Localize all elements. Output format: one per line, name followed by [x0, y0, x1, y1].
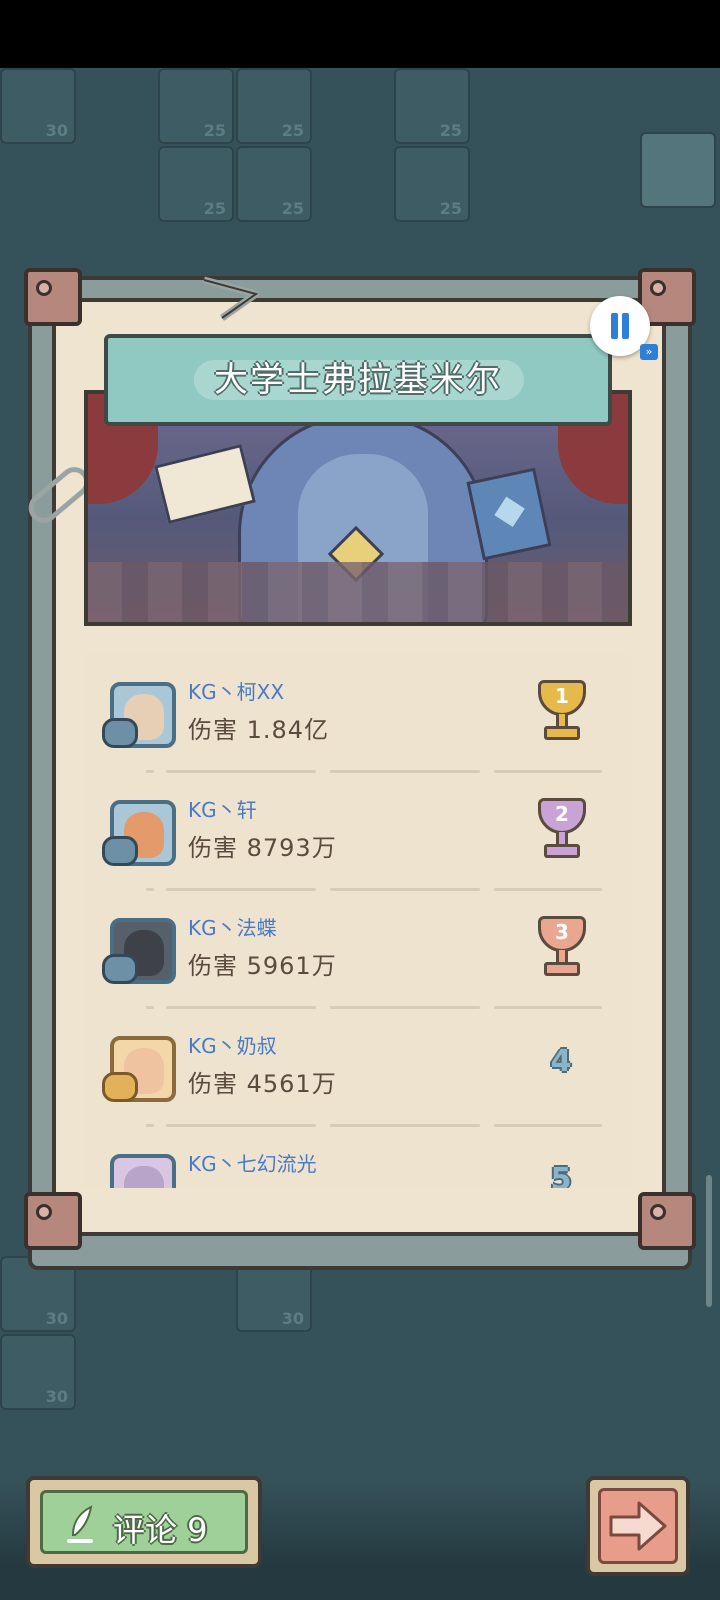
eye-badge-icon — [102, 954, 138, 984]
ranking-row[interactable]: KG丶法蝶 伤害 5961万 3 — [82, 890, 632, 1009]
board-tile: 25 — [158, 146, 234, 222]
eye-badge-icon — [102, 718, 138, 748]
coin-badge-icon — [102, 1072, 138, 1102]
damage-value: 伤害 8793万 — [188, 834, 337, 862]
status-bar — [0, 0, 720, 68]
boss-name: 大学士弗拉基米尔 — [214, 360, 502, 400]
boss-title-banner: 大学士弗拉基米尔 — [104, 334, 612, 426]
damage-value: 伤害 1.84亿 — [188, 716, 330, 744]
damage-ranking-list[interactable]: KG丶柯XX 伤害 1.84亿 1 KG丶轩 伤害 8793万 2 KG丶法蝶 … — [82, 654, 632, 1188]
silver-trophy-icon: 2 — [532, 798, 592, 862]
board-tile: 25 — [236, 68, 312, 144]
spellbook-icon — [466, 467, 552, 561]
panel-corner-bracket — [24, 268, 82, 326]
ranking-row[interactable]: KG丶奶叔 伤害 4561万 4 — [82, 1008, 632, 1127]
quill-icon — [67, 1505, 93, 1543]
board-tile: 25 — [236, 146, 312, 222]
ranking-row[interactable]: KG丶轩 伤害 8793万 2 — [82, 772, 632, 891]
arrow-right-icon — [609, 1501, 667, 1551]
gold-trophy-icon: 1 — [532, 680, 592, 744]
next-button[interactable] — [586, 1476, 690, 1576]
player-name: KG丶奶叔 — [188, 1034, 277, 1058]
player-name: KG丶法蝶 — [188, 916, 277, 940]
damage-value: 伤害 4561万 — [188, 1070, 337, 1098]
player-name: KG丶七幻流光 — [188, 1152, 317, 1176]
comment-button[interactable]: 评论 9 — [26, 1476, 262, 1568]
board-tile: 25 — [158, 68, 234, 144]
scrollbar[interactable] — [706, 1175, 712, 1307]
board-tile: 30 — [0, 68, 76, 144]
rank-number: 4 — [550, 1044, 572, 1079]
paperclip-top-icon — [203, 276, 260, 321]
eye-badge-icon — [102, 836, 138, 866]
panel-corner-bracket — [638, 1192, 696, 1250]
locked-unit-tile — [640, 132, 716, 208]
fast-forward-icon[interactable]: » — [640, 344, 658, 360]
player-name: KG丶柯XX — [188, 680, 285, 704]
damage-value: 伤害 5961万 — [188, 952, 337, 980]
ranking-row[interactable]: KG丶七幻流光 5 — [82, 1126, 632, 1188]
board-tile: 25 — [394, 146, 470, 222]
player-avatar[interactable] — [110, 1154, 176, 1188]
ranking-row[interactable]: KG丶柯XX 伤害 1.84亿 1 — [82, 654, 632, 773]
bronze-trophy-icon: 3 — [532, 916, 592, 980]
rubble — [88, 562, 628, 622]
comment-label: 评论 9 — [113, 1511, 208, 1549]
rank-number: 5 — [550, 1162, 572, 1188]
panel-corner-bracket — [24, 1192, 82, 1250]
board-tile: 30 — [0, 1334, 76, 1410]
board-tile: 25 — [394, 68, 470, 144]
player-name: KG丶轩 — [188, 798, 257, 822]
